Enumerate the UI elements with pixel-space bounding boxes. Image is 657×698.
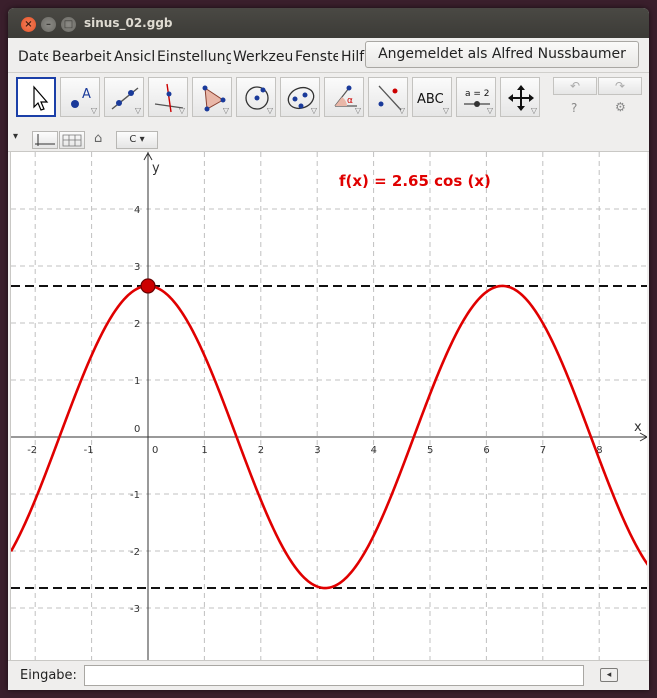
svg-text:A: A <box>82 87 91 102</box>
graphics-view[interactable]: x y -2 -1 0 1 2 3 4 5 6 7 8 4 3 2 1 0 -1 -2 -3 f(x) = 2.65 c… <box>10 152 647 660</box>
circle-tool-button[interactable]: ▽ <box>236 77 276 117</box>
cursor-arrow-icon <box>33 85 49 111</box>
tool-menu-indicator-icon: ▽ <box>442 106 449 115</box>
input-label: Eingabe: <box>20 668 77 683</box>
y-tick-label: -1 <box>130 490 140 501</box>
tool-menu-indicator-icon: ▽ <box>178 106 185 115</box>
maximize-window-button[interactable]: □ <box>61 17 76 32</box>
function-plot[interactable]: xy-2 -1 0 1 2 3 4 5 6 7 843210-1-2-3 <box>11 152 647 660</box>
show-grid-button[interactable] <box>59 131 85 149</box>
amplitude-point <box>140 278 156 294</box>
close-window-button[interactable]: × <box>21 17 36 32</box>
show-axes-button[interactable] <box>32 131 58 149</box>
menu-fenster[interactable]: Fenster <box>295 49 338 65</box>
x-axis-label: x <box>634 420 642 435</box>
title-bar: × – □ sinus_02.ggb <box>8 8 649 38</box>
help-icon[interactable]: ? <box>571 101 577 115</box>
tool-menu-indicator-icon: ▽ <box>90 106 97 115</box>
toolbar: A ▽ ▽ ▽ ▽ ▽ ▽ α ▽ ▽ ABC ▽ a = 2 ▽ ▽ ↶ ↷ … <box>8 72 649 128</box>
angle-tool-button[interactable]: α ▽ <box>324 77 364 117</box>
x-tick-label: 4 <box>371 445 377 456</box>
menu-bearbeiten[interactable]: Bearbeiten <box>52 49 112 65</box>
home-icon[interactable]: ⌂ <box>94 131 102 146</box>
y-axis-label: y <box>152 161 160 176</box>
style-bar: ▾ ⌂ C ▾ <box>8 128 649 152</box>
x-tick-label: 3 <box>314 445 320 456</box>
x-tick-label: -1 <box>84 445 94 456</box>
tool-menu-indicator-icon: ▽ <box>398 106 405 115</box>
move-tool-button[interactable] <box>16 77 56 117</box>
input-bar: Eingabe: ◂ <box>8 660 649 690</box>
x-tick-label: 0 <box>152 445 158 456</box>
x-tick-label: 5 <box>427 445 433 456</box>
x-tick-label: -2 <box>27 445 37 456</box>
x-tick-label: 6 <box>483 445 489 456</box>
command-input[interactable] <box>84 665 584 686</box>
app-window: × – □ sinus_02.ggb Datei Bearbeiten Ansi… <box>8 8 649 690</box>
grid-icon <box>62 134 82 147</box>
menu-bar: Datei Bearbeiten Ansicht Einstellungen W… <box>8 38 649 72</box>
ellipse-tool-button[interactable]: ▽ <box>280 77 320 117</box>
y-tick-label: -2 <box>130 547 140 558</box>
minimize-window-button[interactable]: – <box>41 17 56 32</box>
polygon-tool-button[interactable]: ▽ <box>192 77 232 117</box>
y-tick-label: 2 <box>134 319 140 330</box>
menu-ansicht[interactable]: Ansicht <box>114 49 154 65</box>
x-tick-label: 1 <box>201 445 207 456</box>
perpendicular-line-tool-button[interactable]: ▽ <box>148 77 188 117</box>
menu-einstellungen[interactable]: Einstellungen <box>157 49 231 65</box>
svg-text:α: α <box>347 96 353 106</box>
menu-hilfe[interactable]: Hilfe <box>341 49 367 65</box>
svg-text:a = 2: a = 2 <box>465 89 490 99</box>
tool-menu-indicator-icon: ▽ <box>134 106 141 115</box>
menu-datei[interactable]: Datei <box>18 49 48 65</box>
x-tick-label: 2 <box>258 445 264 456</box>
y-tick-label: 4 <box>134 205 140 216</box>
move-graphics-view-tool-button[interactable]: ▽ <box>500 77 540 117</box>
axes-icon <box>35 134 55 146</box>
svg-text:ABC: ABC <box>417 92 444 107</box>
y-tick-label: 0 <box>134 424 140 435</box>
point-tool-button[interactable]: A ▽ <box>60 77 100 117</box>
line-tool-button[interactable]: ▽ <box>104 77 144 117</box>
stylebar-toggle-icon[interactable]: ▾ <box>13 131 18 142</box>
point-capturing-dropdown[interactable]: C ▾ <box>116 131 158 149</box>
x-tick-label: 7 <box>540 445 546 456</box>
redo-button[interactable]: ↷ <box>598 77 642 95</box>
tool-menu-indicator-icon: ▽ <box>222 106 229 115</box>
tool-menu-indicator-icon: ▽ <box>486 106 493 115</box>
undo-button[interactable]: ↶ <box>553 77 597 95</box>
input-help-button[interactable]: ◂ <box>600 668 618 682</box>
tool-menu-indicator-icon: ▽ <box>530 106 537 115</box>
y-tick-label: 3 <box>134 262 140 273</box>
tool-menu-indicator-icon: ▽ <box>310 106 317 115</box>
tool-menu-indicator-icon: ▽ <box>354 106 361 115</box>
reflect-tool-button[interactable]: ▽ <box>368 77 408 117</box>
slider-tool-button[interactable]: a = 2 ▽ <box>456 77 496 117</box>
function-label[interactable]: f(x) = 2.65 cos (x) <box>339 172 491 190</box>
y-tick-label: 1 <box>134 376 140 387</box>
window-title: sinus_02.ggb <box>84 16 173 30</box>
settings-gear-icon[interactable]: ⚙ <box>615 100 626 114</box>
text-tool-button[interactable]: ABC ▽ <box>412 77 452 117</box>
login-status-button[interactable]: Angemeldet als Alfred Nussbaumer <box>365 41 639 68</box>
menu-werkzeuge[interactable]: Werkzeuge <box>233 49 292 65</box>
tool-menu-indicator-icon: ▽ <box>266 106 273 115</box>
y-tick-label: -3 <box>130 604 140 615</box>
